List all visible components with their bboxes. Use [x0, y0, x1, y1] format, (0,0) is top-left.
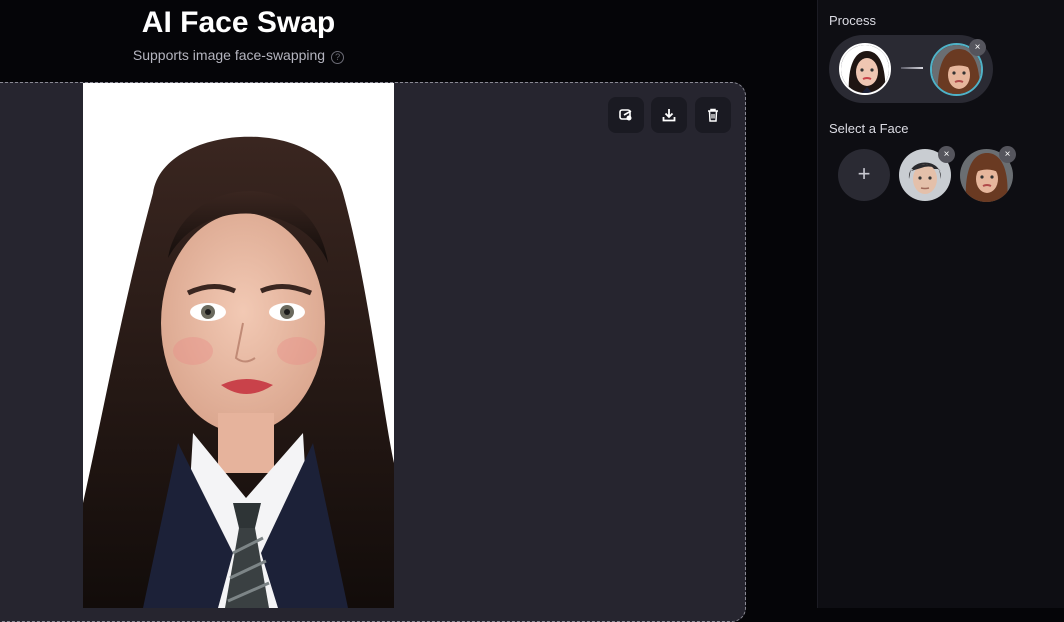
remove-face-2-button[interactable]: × — [999, 146, 1016, 163]
page-title: AI Face Swap — [141, 6, 336, 39]
portrait-illustration — [83, 83, 394, 608]
source-face-avatar — [839, 43, 891, 95]
edit-icon — [619, 109, 632, 121]
trash-icon — [708, 108, 718, 122]
remove-target-button[interactable]: × — [969, 39, 986, 56]
download-button[interactable] — [651, 97, 687, 133]
subtitle-text: Supports image face-swapping — [132, 47, 326, 63]
result-image — [83, 83, 394, 608]
page-subtitle: Supports image face-swapping? — [0, 47, 477, 64]
select-face-label: Select a Face — [829, 121, 909, 136]
remove-face-1-button[interactable]: × — [938, 146, 955, 163]
add-face-button[interactable]: + — [838, 149, 890, 201]
delete-button[interactable] — [695, 97, 731, 133]
process-arrow — [901, 67, 923, 69]
process-label: Process — [829, 13, 876, 28]
help-icon[interactable]: ? — [331, 51, 345, 64]
download-icon — [662, 109, 676, 122]
main-area: AI Face Swap Supports image face-swappin… — [0, 0, 817, 622]
edit-button[interactable] — [608, 97, 644, 133]
